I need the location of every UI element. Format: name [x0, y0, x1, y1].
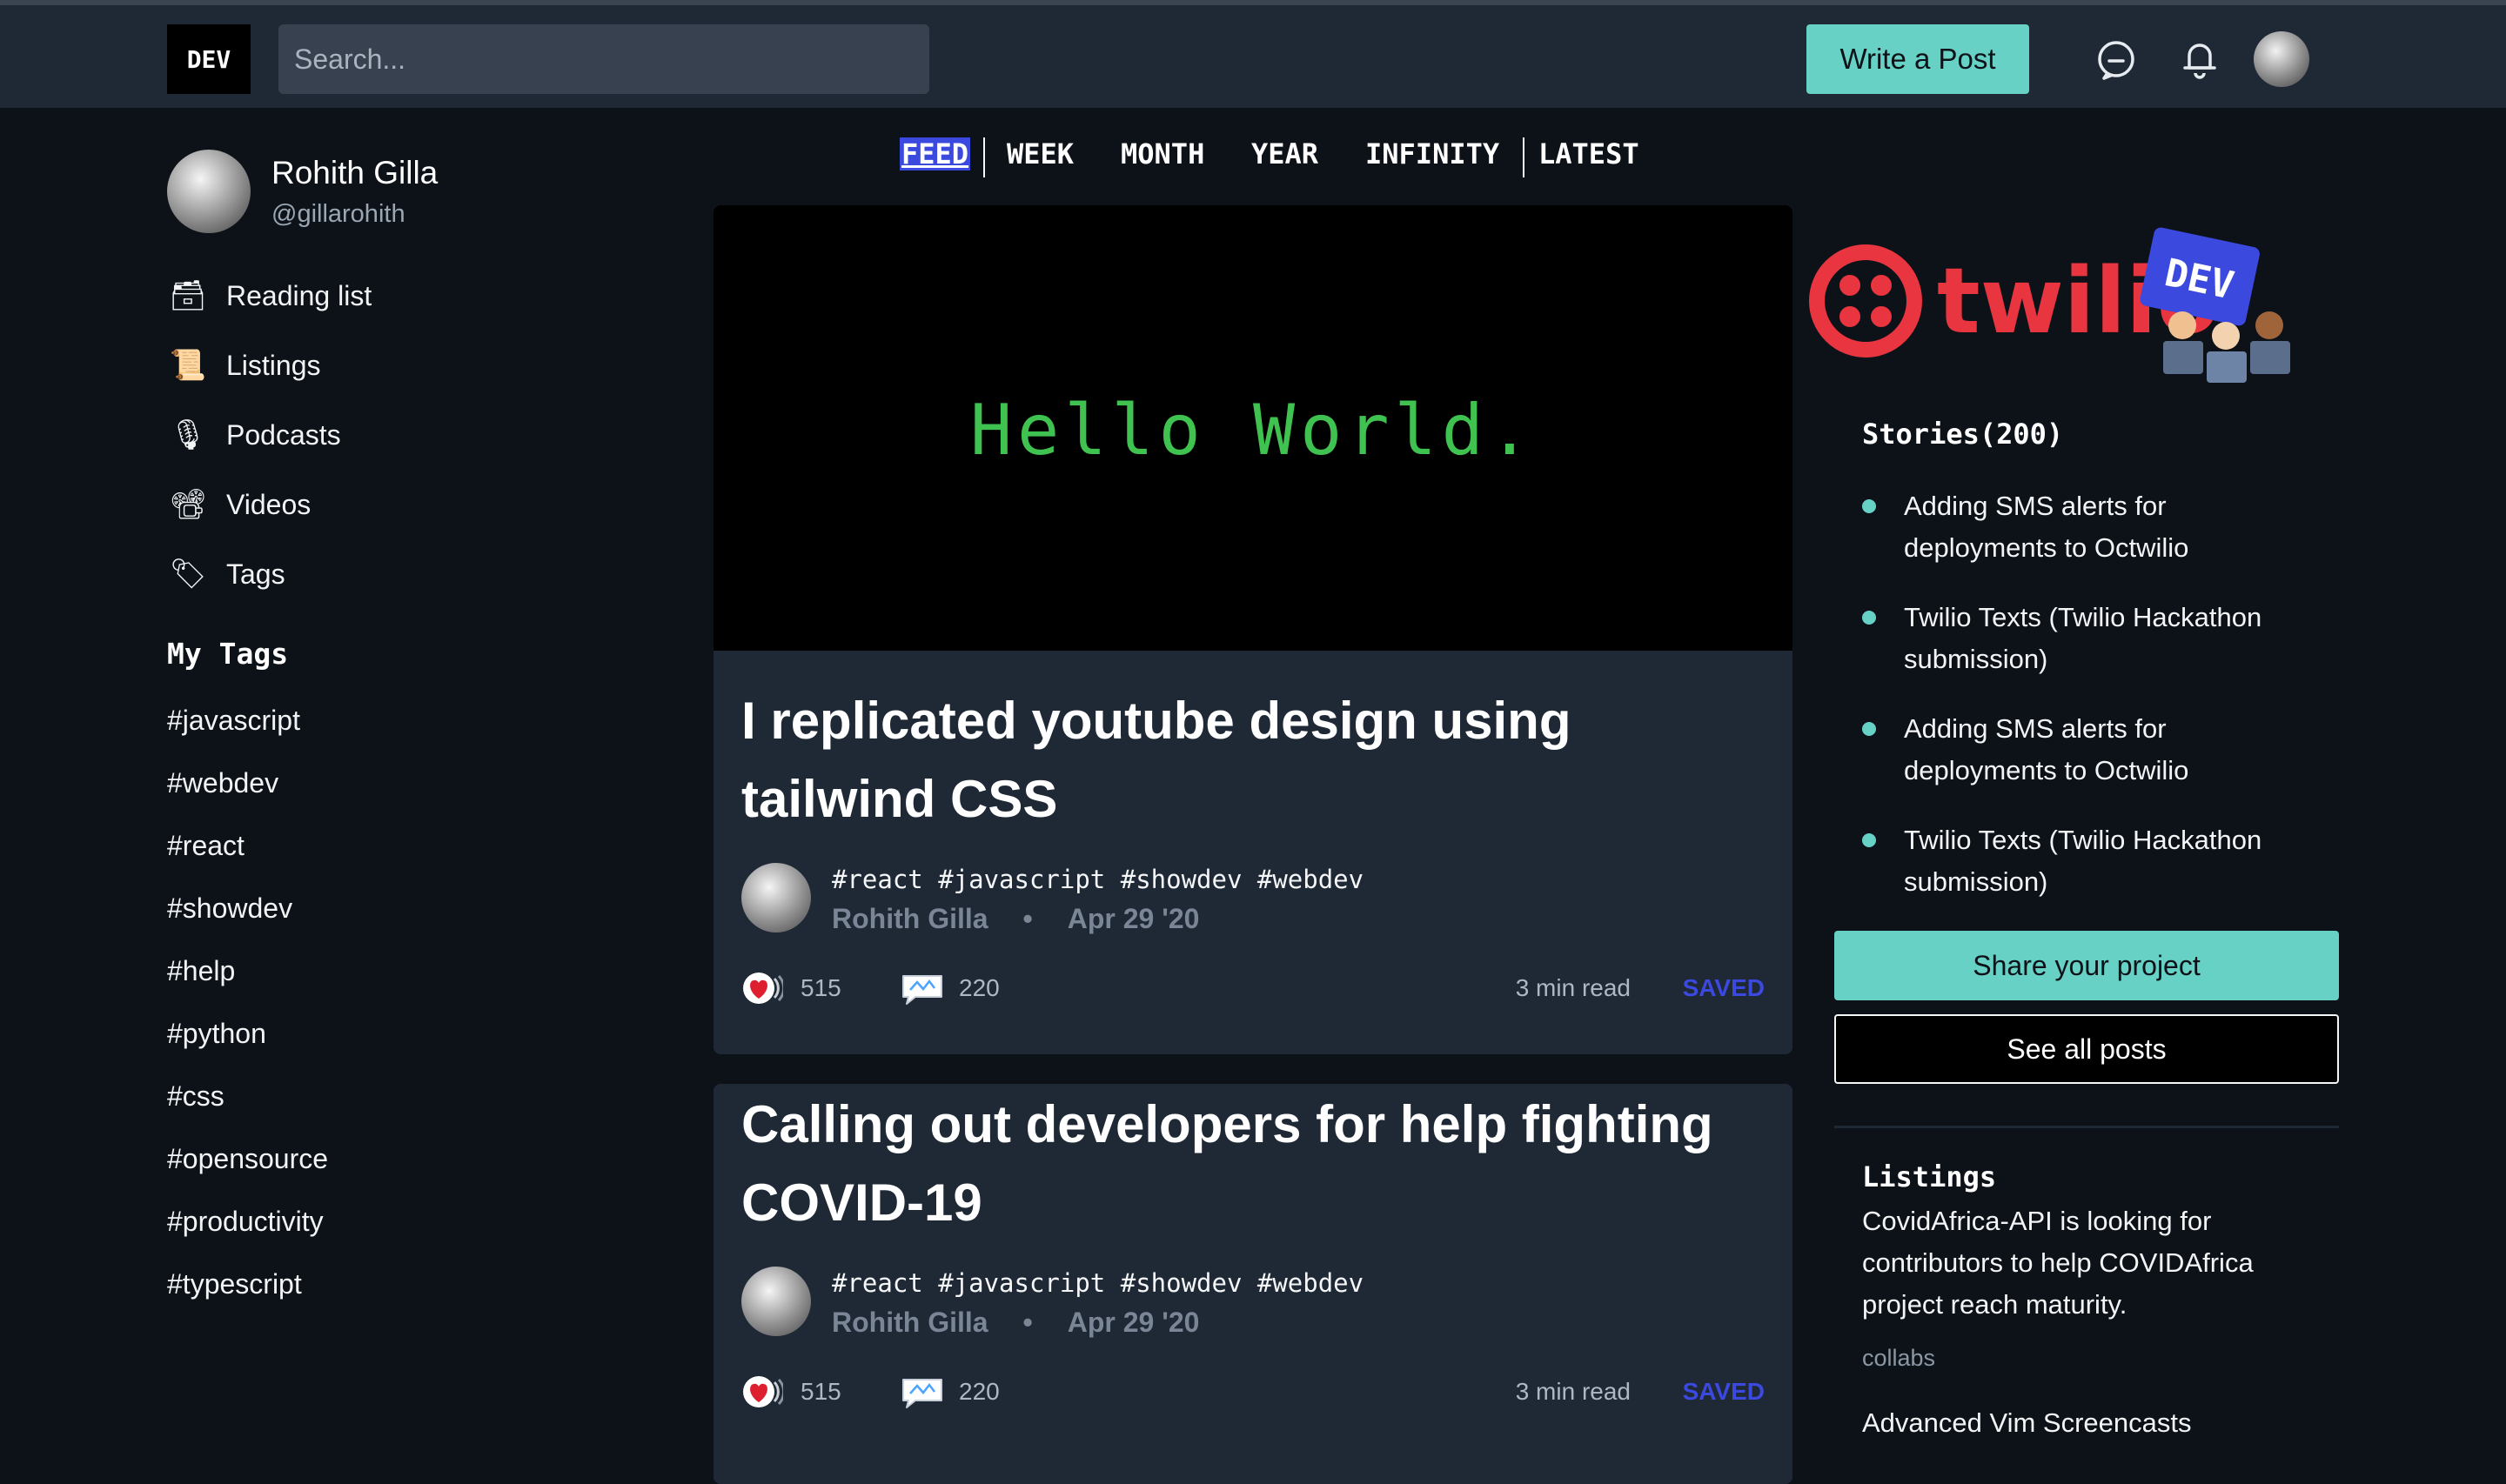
tag-link[interactable]: #webdev: [167, 767, 278, 799]
stories-heading: Stories(200): [1862, 418, 2064, 451]
author-avatar[interactable]: [741, 863, 811, 933]
tag-link[interactable]: #help: [167, 955, 235, 987]
write-post-button[interactable]: Write a Post: [1806, 24, 2029, 94]
tab-month[interactable]: MONTH: [1121, 137, 1204, 170]
article-title[interactable]: I replicated youtube design using tailwi…: [741, 682, 1765, 839]
tab-week[interactable]: WEEK: [1007, 137, 1074, 170]
tag-link[interactable]: #showdev: [167, 892, 292, 925]
top-navbar: DEV Write a Post: [0, 0, 2506, 108]
sidebar-item-videos[interactable]: 📽 Videos: [167, 478, 311, 531]
comment-icon[interactable]: [900, 1374, 945, 1409]
sidebar-item-label: Tags: [226, 558, 285, 590]
profile-avatar[interactable]: [167, 150, 251, 233]
story-link[interactable]: Adding SMS alerts for deployments to Oct…: [1904, 485, 2315, 569]
sidebar-item-podcasts[interactable]: 🎙 Podcasts: [167, 409, 341, 461]
film-camera-icon: 📽: [169, 488, 207, 521]
comment-icon[interactable]: [900, 971, 945, 1006]
sidebar-item-label: Podcasts: [226, 418, 341, 451]
tab-infinity[interactable]: INFINITY: [1365, 137, 1499, 170]
story-item[interactable]: Adding SMS alerts for deployments to Oct…: [1862, 708, 2315, 792]
sidebar-item-label: Reading list: [226, 279, 372, 311]
user-avatar[interactable]: [2254, 31, 2309, 87]
article-tags[interactable]: #react #javascript #showdev #webdev: [832, 1268, 1364, 1298]
saved-button[interactable]: SAVED: [1683, 1378, 1765, 1406]
author-name[interactable]: Rohith Gilla: [832, 903, 988, 934]
chat-icon[interactable]: [2092, 35, 2141, 84]
sidebar-divider: [1834, 1126, 2339, 1128]
bullet-dot: [1862, 499, 1876, 513]
search-input[interactable]: [278, 24, 929, 94]
listing-category[interactable]: collabs: [1862, 1345, 1935, 1372]
article-card[interactable]: Calling out developers for help fighting…: [714, 1084, 1792, 1484]
tab-separator: [1523, 137, 1524, 177]
article-engagement: 515 220 3 min read SAVED: [741, 969, 1765, 1007]
story-item[interactable]: Twilio Texts (Twilio Hackathon submissio…: [1862, 597, 2315, 680]
read-time: 3 min read: [1515, 974, 1631, 1001]
sidebar-item-listings[interactable]: 📜 Listings: [167, 339, 321, 391]
article-tags[interactable]: #react #javascript #showdev #webdev: [832, 865, 1364, 894]
reactions-count: 515: [801, 1378, 841, 1405]
sidebar-item-tags[interactable]: 🏷 Tags: [167, 548, 285, 600]
bullet-dot: [1862, 833, 1876, 847]
dev-logo[interactable]: DEV: [167, 24, 251, 94]
tab-year[interactable]: YEAR: [1251, 137, 1318, 170]
article-cover-image[interactable]: Hello World.: [714, 205, 1792, 651]
story-item[interactable]: Adding SMS alerts for deployments to Oct…: [1862, 485, 2315, 569]
article-title[interactable]: Calling out developers for help fighting…: [741, 1086, 1765, 1242]
article-meta: Rohith Gilla • Apr 29 '20: [832, 1307, 1199, 1339]
tag-link[interactable]: #javascript: [167, 705, 300, 737]
article-meta: Rohith Gilla • Apr 29 '20: [832, 903, 1199, 935]
comments-count: 220: [959, 974, 1000, 1001]
story-link[interactable]: Twilio Texts (Twilio Hackathon submissio…: [1904, 597, 2315, 680]
see-all-posts-button[interactable]: See all posts: [1834, 1014, 2339, 1084]
bullet-dot: [1862, 611, 1876, 625]
sidebar-item-reading-list[interactable]: 🗃 Reading list: [167, 270, 372, 322]
sidebar-item-label: Listings: [226, 349, 321, 381]
microphone-icon: 🎙: [169, 418, 207, 451]
heart-icon[interactable]: [741, 1374, 783, 1409]
story-link[interactable]: Twilio Texts (Twilio Hackathon submissio…: [1904, 819, 2315, 903]
story-link[interactable]: Adding SMS alerts for deployments to Oct…: [1904, 708, 2315, 792]
file-cabinet-icon: 🗃: [169, 279, 207, 312]
tag-link[interactable]: #productivity: [167, 1206, 324, 1238]
saved-button[interactable]: SAVED: [1683, 974, 1765, 1002]
tab-feed[interactable]: FEED: [900, 137, 971, 170]
listings-heading: Listings: [1862, 1160, 1997, 1193]
article-card[interactable]: Hello World. I replicated youtube design…: [714, 205, 1792, 1054]
scroll-icon: 📜: [169, 349, 207, 382]
tag-link[interactable]: #css: [167, 1080, 224, 1113]
tab-separator: [983, 137, 985, 177]
read-time: 3 min read: [1515, 1378, 1631, 1405]
tag-link[interactable]: #typescript: [167, 1268, 302, 1300]
article-date: Apr 29 '20: [1067, 903, 1200, 934]
author-name[interactable]: Rohith Gilla: [832, 1307, 988, 1338]
my-tags-heading: My Tags: [167, 637, 289, 671]
bell-icon[interactable]: [2175, 35, 2224, 84]
cover-text: Hello World.: [970, 390, 1536, 471]
story-item[interactable]: Twilio Texts (Twilio Hackathon submissio…: [1862, 819, 2315, 903]
meta-dot: •: [1022, 903, 1033, 934]
tag-link[interactable]: #python: [167, 1018, 266, 1050]
author-avatar[interactable]: [741, 1267, 811, 1336]
tab-latest[interactable]: LATEST: [1538, 137, 1639, 170]
share-project-button[interactable]: Share your project: [1834, 931, 2339, 1000]
heart-icon[interactable]: [741, 971, 783, 1006]
sidebar-item-label: Videos: [226, 488, 312, 520]
reactions-count: 515: [801, 974, 841, 1001]
article-date: Apr 29 '20: [1067, 1307, 1200, 1338]
tag-icon: 🏷: [169, 558, 207, 591]
profile-handle: @gillarohith: [271, 200, 405, 228]
profile-name[interactable]: Rohith Gilla: [271, 155, 438, 191]
top-border: [0, 0, 2506, 5]
bullet-dot: [1862, 722, 1876, 736]
article-engagement: 515 220 3 min read SAVED: [741, 1373, 1765, 1411]
tag-link[interactable]: #opensource: [167, 1143, 328, 1175]
twilio-dev-sponsor-image[interactable]: twilio DEV: [1808, 217, 2330, 388]
comments-count: 220: [959, 1378, 1000, 1405]
tag-link[interactable]: #react: [167, 830, 245, 862]
listing-link[interactable]: Advanced Vim Screencasts: [1862, 1407, 2192, 1439]
listing-link[interactable]: CovidAfrica-API is looking for contribut…: [1862, 1200, 2315, 1326]
meta-dot: •: [1022, 1307, 1033, 1338]
